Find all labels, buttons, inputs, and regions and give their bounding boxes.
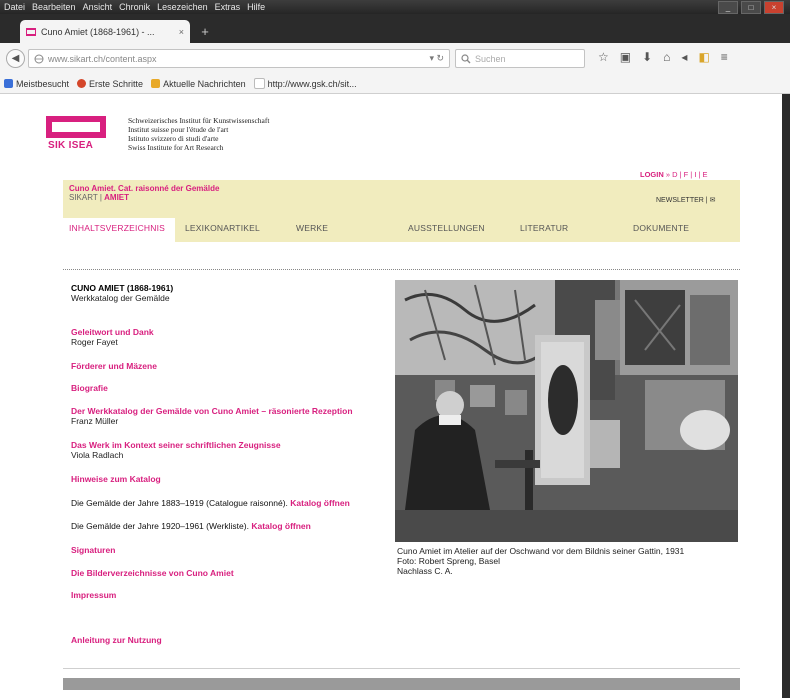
link-written-testimonies[interactable]: Das Werk im Kontext seiner schriftlichen… (71, 440, 281, 450)
newsletter-link[interactable]: NEWSLETTER | ✉ (656, 196, 715, 204)
menu-view[interactable]: Ansicht (83, 2, 113, 12)
photo-caption: Cuno Amiet im Atelier auf der Oschwand v… (397, 546, 684, 576)
menu-bar: Datei Bearbeiten Ansicht Chronik Lesezei… (0, 0, 790, 14)
window-controls: _ □ × (718, 1, 784, 14)
rss-icon (151, 79, 161, 88)
link-patrons[interactable]: Förderer und Mäzene (71, 361, 157, 371)
hamburger-menu-icon[interactable]: ≡ (721, 50, 728, 64)
download-icon[interactable]: ⬇ (642, 50, 652, 64)
tab-close-icon[interactable]: × (179, 27, 184, 37)
catalogue-1883-1919-text: Die Gemälde der Jahre 1883–1919 (Catalog… (71, 498, 288, 508)
link-catalogue-notes[interactable]: Hinweise zum Katalog (71, 474, 161, 484)
footer-divider (63, 668, 740, 669)
search-placeholder: Suchen (475, 53, 506, 64)
nav-tab-works[interactable]: WERKE (296, 223, 328, 233)
nav-tab-literature[interactable]: LITERATUR (520, 223, 568, 233)
photo-illustration (395, 280, 738, 542)
menu-help[interactable]: Hilfe (247, 2, 265, 12)
send-icon[interactable]: ◂ (681, 50, 687, 64)
catalogue-1920-1961-text: Die Gemälde der Jahre 1920–1961 (Werklis… (71, 521, 249, 531)
menu-history[interactable]: Chronik (119, 2, 150, 12)
maximize-button[interactable]: □ (741, 1, 761, 14)
bookmark-star-icon[interactable]: ☆ (598, 50, 609, 64)
open-catalogue-1-link[interactable]: Katalog öffnen (290, 498, 350, 508)
open-catalogue-2-link[interactable]: Katalog öffnen (251, 521, 311, 531)
logo-text[interactable]: SIK ISEA (48, 140, 93, 151)
envelope-icon: ✉ (709, 197, 716, 204)
reading-list-icon[interactable]: ▣ (620, 50, 631, 64)
bookmark-most-visited[interactable]: Meistbesucht (4, 79, 69, 89)
toolbar-icons: ☆ ▣ ⬇ ⌂ ◂ ◧ ≡ (598, 50, 728, 64)
catalogue-1883-1919: Die Gemälde der Jahre 1883–1919 (Catalog… (71, 498, 350, 508)
nav-tab-lexicon[interactable]: LEXIKONARTIKEL (185, 223, 260, 233)
footer-bar (63, 678, 740, 690)
bookmark-first-steps[interactable]: Erste Schritte (77, 79, 143, 89)
site-favicon-icon (26, 27, 36, 36)
page-subtitle: Werkkatalog der Gemälde (71, 293, 170, 303)
divider (63, 269, 740, 270)
page-title: CUNO AMIET (1868-1961) (71, 283, 174, 293)
url-text: www.sikart.ch/content.aspx (48, 53, 157, 64)
bookmark-gsk[interactable]: http://www.gsk.ch/sit... (253, 78, 357, 89)
link-catalogue-essay[interactable]: Der Werkkatalog der Gemälde von Cuno Ami… (71, 406, 353, 416)
browser-tab-active[interactable]: Cuno Amiet (1868-1961) - ... × (20, 20, 190, 43)
login-language-bar: LOGIN » D | F | I | E (640, 170, 708, 179)
reload-icon[interactable]: ▾ ↻ (429, 53, 444, 64)
catalogue-title[interactable]: Cuno Amiet. Cat. raisonné der Gemälde (69, 184, 219, 193)
author-foreword: Roger Fayet (71, 337, 118, 347)
back-button[interactable]: ◀ (6, 49, 25, 68)
menu-edit[interactable]: Bearbeiten (32, 2, 76, 12)
page-icon (253, 78, 265, 89)
link-signatures[interactable]: Signaturen (71, 545, 115, 555)
institute-names: Schweizerisches Institut für Kunstwissen… (128, 116, 270, 152)
main-navigation: INHALTSVERZEICHNIS LEXIKONARTIKEL WERKE … (63, 217, 740, 242)
nav-tab-exhibitions[interactable]: AUSSTELLUNGEN (408, 223, 485, 233)
login-link[interactable]: LOGIN (640, 170, 664, 179)
link-picture-registers[interactable]: Die Bilderverzeichnisse von Cuno Amiet (71, 568, 234, 578)
menu-bookmarks[interactable]: Lesezeichen (157, 2, 208, 12)
bookmark-icon (4, 79, 13, 88)
breadcrumb-sikart[interactable]: SIKART (69, 193, 98, 202)
nav-tab-contents[interactable]: INHALTSVERZEICHNIS (69, 223, 165, 233)
globe-icon (34, 54, 44, 63)
link-foreword[interactable]: Geleitwort und Dank (71, 327, 154, 337)
search-bar[interactable]: Suchen (455, 49, 585, 68)
author-written-testimonies: Viola Radlach (71, 450, 124, 460)
menu-file[interactable]: Datei (4, 2, 25, 12)
caption-line-2: Foto: Robert Spreng, Basel (397, 556, 501, 566)
link-usage-guide[interactable]: Anleitung zur Nutzung (71, 635, 162, 645)
nav-tab-documents[interactable]: DOKUMENTE (633, 223, 689, 233)
bookmarks-bar: Meistbesucht Erste Schritte Aktuelle Nac… (0, 74, 790, 94)
close-window-button[interactable]: × (764, 1, 784, 14)
search-icon (461, 53, 471, 63)
tab-title: Cuno Amiet (1868-1961) - ... (41, 26, 155, 37)
link-imprint[interactable]: Impressum (71, 590, 116, 600)
author-catalogue-essay: Franz Müller (71, 416, 119, 426)
url-bar[interactable]: www.sikart.ch/content.aspx ▾ ↻ (28, 49, 450, 68)
minimize-button[interactable]: _ (718, 1, 738, 14)
breadcrumb-amiet[interactable]: AMIET (104, 193, 129, 202)
new-tab-button[interactable]: + (196, 24, 214, 40)
atelier-photo (395, 280, 738, 542)
home-icon[interactable]: ⌂ (663, 50, 670, 64)
breadcrumb: SIKART | AMIET (69, 193, 130, 202)
caption-line-3: Nachlass C. A. (397, 566, 453, 576)
catalogue-1920-1961: Die Gemälde der Jahre 1920–1961 (Werklis… (71, 521, 311, 531)
menu-tools[interactable]: Extras (215, 2, 241, 12)
bookmark-news[interactable]: Aktuelle Nachrichten (151, 79, 246, 89)
window-edge (782, 94, 790, 698)
firefox-icon (77, 79, 87, 88)
addon-icon[interactable]: ◧ (698, 50, 709, 64)
link-biography[interactable]: Biografie (71, 383, 108, 393)
logo-mark[interactable] (46, 116, 106, 138)
caption-line-1: Cuno Amiet im Atelier auf der Oschwand v… (397, 546, 685, 556)
language-switcher[interactable]: D | F | I | E (672, 170, 707, 179)
